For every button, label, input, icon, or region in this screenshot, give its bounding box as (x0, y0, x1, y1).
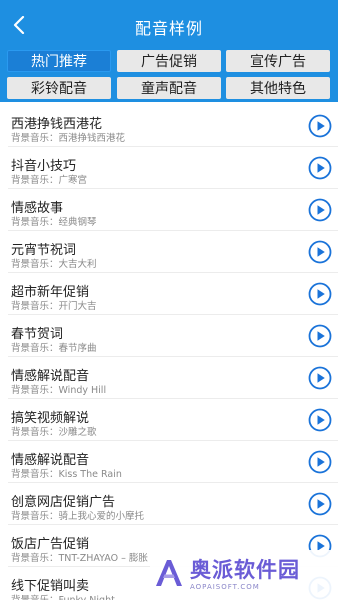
list-item[interactable]: 情感解说配音 背景音乐：Kiss The Rain (8, 441, 338, 483)
play-circle-icon[interactable] (308, 366, 332, 390)
list-item[interactable]: 抖音小技巧 背景音乐：广寒宫 (8, 147, 338, 189)
tab-other[interactable]: 其他特色 (226, 77, 330, 99)
list-item[interactable]: 情感故事 背景音乐：经典钢琴 (8, 189, 338, 231)
watermark-text: 奥派软件园 (190, 558, 300, 582)
play-circle-icon[interactable] (308, 114, 332, 138)
item-music: 背景音乐：骑上我心爱的小摩托 (11, 511, 145, 522)
list-item[interactable]: 元宵节祝词 背景音乐：大吉大利 (8, 231, 338, 273)
tab-publicity-ad[interactable]: 宣传广告 (226, 50, 330, 72)
item-music: 背景音乐：春节序曲 (11, 343, 97, 354)
watermark: 奥派软件园 AOPAISOFT.COM (150, 550, 338, 600)
item-music: 背景音乐：沙雕之歌 (11, 427, 97, 438)
item-music: 背景音乐：TNT-ZHAYAO – 膨胀 (11, 553, 148, 564)
list-item[interactable]: 创意网店促销广告 背景音乐：骑上我心爱的小摩托 (8, 483, 338, 525)
tab-ringtone[interactable]: 彩铃配音 (7, 77, 111, 99)
play-circle-icon[interactable] (308, 408, 332, 432)
a-logo-icon (156, 560, 182, 586)
play-circle-icon[interactable] (308, 450, 332, 474)
tab-hot[interactable]: 热门推荐 (7, 50, 111, 72)
item-music: 背景音乐：经典钢琴 (11, 217, 97, 228)
category-tabs: 热门推荐 广告促销 宣传广告 彩铃配音 童声配音 其他特色 (0, 50, 338, 102)
play-circle-icon[interactable] (308, 198, 332, 222)
item-music: 背景音乐：广寒宫 (11, 175, 88, 186)
item-music: 背景音乐：Kiss The Rain (11, 469, 122, 480)
watermark-subtext: AOPAISOFT.COM (190, 583, 260, 591)
item-music: 背景音乐：西港挣钱西港花 (11, 133, 126, 144)
play-circle-icon[interactable] (308, 282, 332, 306)
play-circle-icon[interactable] (308, 324, 332, 348)
list-item[interactable]: 搞笑视频解说 背景音乐：沙雕之歌 (8, 399, 338, 441)
app-header: 配音样例 (0, 0, 338, 50)
play-circle-icon[interactable] (308, 156, 332, 180)
list-item[interactable]: 春节贺词 背景音乐：春节序曲 (8, 315, 338, 357)
sample-list: 西港挣钱西港花 背景音乐：西港挣钱西港花 抖音小技巧 背景音乐：广寒宫 情感故事… (0, 105, 338, 600)
item-music: 背景音乐：大吉大利 (11, 259, 97, 270)
item-music: 背景音乐：Funky Night (11, 592, 115, 600)
list-item[interactable]: 情感解说配音 背景音乐：Windy Hill (8, 357, 338, 399)
tab-ad-promotion[interactable]: 广告促销 (117, 50, 221, 72)
item-music: 背景音乐：Windy Hill (11, 385, 107, 396)
item-music: 背景音乐：开门大吉 (11, 301, 97, 312)
list-item[interactable]: 超市新年促销 背景音乐：开门大吉 (8, 273, 338, 315)
tab-child-voice[interactable]: 童声配音 (117, 77, 221, 99)
play-circle-icon[interactable] (308, 492, 332, 516)
play-circle-icon[interactable] (308, 240, 332, 264)
page-title: 配音样例 (134, 19, 203, 38)
list-item[interactable]: 西港挣钱西港花 背景音乐：西港挣钱西港花 (8, 105, 338, 147)
